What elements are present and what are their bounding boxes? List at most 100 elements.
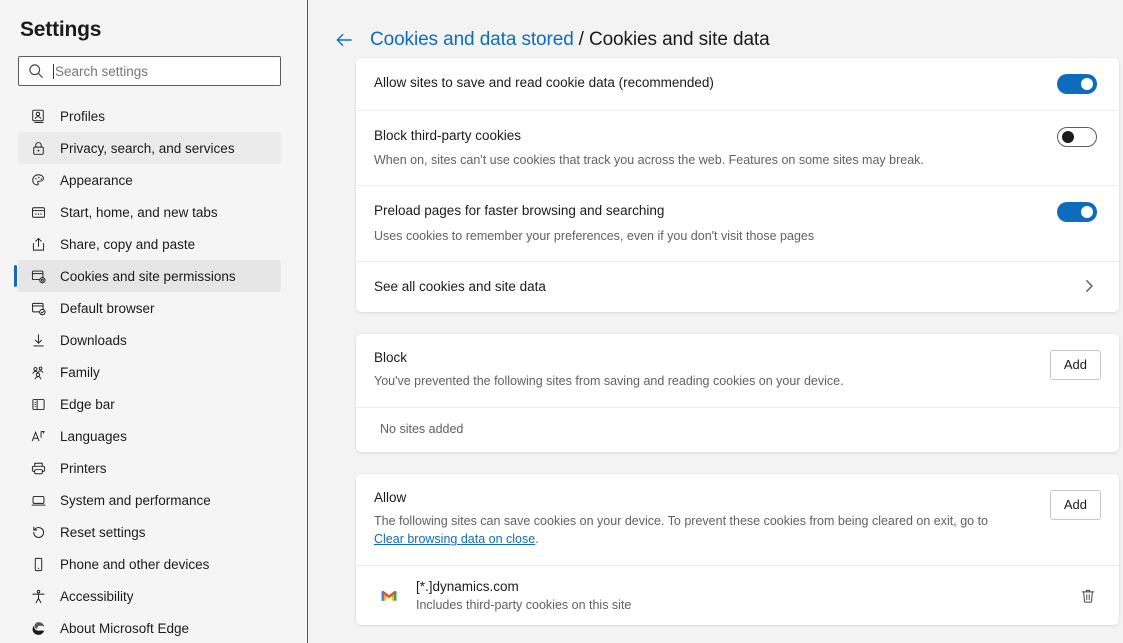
cookie-settings-card: Allow sites to save and read cookie data… <box>356 58 1119 312</box>
preload-pages-row: Preload pages for faster browsing and se… <box>356 185 1119 260</box>
sidebar-item-label: Family <box>60 365 100 380</box>
allow-cookies-toggle[interactable] <box>1057 74 1097 94</box>
sidebar-item-label: About Microsoft Edge <box>60 621 189 636</box>
sidebar-item-cookies-and-site-permissions[interactable]: Cookies and site permissions <box>18 260 281 292</box>
sidebar-item-label: Languages <box>60 429 127 444</box>
sidebar-item-label: Printers <box>60 461 107 476</box>
sidebar-item-privacy[interactable]: Privacy, search, and services <box>18 132 281 164</box>
sidebar-item-label: Cookies and site permissions <box>60 269 236 284</box>
chevron-right-icon <box>1081 278 1097 294</box>
block-section-description: You've prevented the following sites fro… <box>374 372 1014 391</box>
allow-section-card: Allow The following sites can save cooki… <box>356 474 1119 626</box>
block-empty-state: No sites added <box>356 407 1119 452</box>
sidebar-nav: Profiles Privacy, search, and services A… <box>0 100 307 643</box>
default-browser-icon <box>30 300 47 317</box>
allow-add-button[interactable]: Add <box>1050 490 1101 520</box>
trash-icon[interactable] <box>1079 587 1097 605</box>
allow-cookies-text: Allow sites to save and read cookie data… <box>374 74 1041 92</box>
sidebar-item-share[interactable]: Share, copy and paste <box>18 228 281 260</box>
breadcrumb-current: Cookies and site data <box>589 29 770 51</box>
allow-description-part2: . <box>535 532 538 546</box>
edge-bar-icon <box>30 396 47 413</box>
sidebar-item-label: Downloads <box>60 333 127 348</box>
sidebar-item-appearance[interactable]: Appearance <box>18 164 281 196</box>
sidebar-item-phone-devices[interactable]: Phone and other devices <box>18 548 281 580</box>
accessibility-icon <box>30 588 47 605</box>
lock-icon <box>30 140 47 157</box>
sidebar-item-downloads[interactable]: Downloads <box>18 324 281 356</box>
window-icon <box>30 204 47 221</box>
toggle-knob <box>1081 78 1093 90</box>
block-third-party-control <box>1057 127 1097 147</box>
search-caret <box>53 64 54 79</box>
sidebar-item-label: Share, copy and paste <box>60 237 195 252</box>
allow-section-header: Allow The following sites can save cooki… <box>356 474 1119 566</box>
reset-icon <box>30 524 47 541</box>
site-name: [*.]dynamics.com <box>416 579 1079 594</box>
site-description: Includes third-party cookies on this sit… <box>416 598 1079 612</box>
block-third-party-text: Block third-party cookies When on, sites… <box>374 127 1041 169</box>
selection-accent <box>14 265 17 287</box>
sidebar-item-family[interactable]: Family <box>18 356 281 388</box>
sidebar-item-label: Edge bar <box>60 397 115 412</box>
see-all-cookies-text: See all cookies and site data <box>374 278 1065 296</box>
allow-section-description: The following sites can save cookies on … <box>374 512 1014 550</box>
settings-page: Settings Search settings Profiles <box>0 0 1123 643</box>
block-section-text: Block You've prevented the following sit… <box>374 350 1050 391</box>
languages-icon <box>30 428 47 445</box>
family-icon <box>30 364 47 381</box>
allow-cookies-label: Allow sites to save and read cookie data… <box>374 74 1041 92</box>
sidebar-item-profiles[interactable]: Profiles <box>18 100 281 132</box>
sidebar-item-accessibility[interactable]: Accessibility <box>18 580 281 612</box>
allow-cookies-control <box>1057 74 1097 94</box>
sidebar-item-about-edge[interactable]: About Microsoft Edge <box>18 612 281 643</box>
sidebar-item-reset-settings[interactable]: Reset settings <box>18 516 281 548</box>
breadcrumb-separator: / <box>579 29 584 51</box>
gmail-favicon <box>380 587 398 605</box>
sidebar-item-system-performance[interactable]: System and performance <box>18 484 281 516</box>
page-title: Settings <box>0 0 307 42</box>
block-third-party-label: Block third-party cookies <box>374 127 1041 145</box>
breadcrumb-parent-link[interactable]: Cookies and data stored <box>370 29 574 51</box>
see-all-cookies-row[interactable]: See all cookies and site data <box>356 261 1119 312</box>
preload-pages-text: Preload pages for faster browsing and se… <box>374 202 1041 244</box>
sidebar-item-languages[interactable]: Languages <box>18 420 281 452</box>
see-all-cookies-label: See all cookies and site data <box>374 278 1065 296</box>
preload-pages-description: Uses cookies to remember your preference… <box>374 227 1041 245</box>
clear-browsing-data-link[interactable]: Clear browsing data on close <box>374 532 535 546</box>
preload-pages-label: Preload pages for faster browsing and se… <box>374 202 1041 220</box>
search-input[interactable]: Search settings <box>18 56 281 86</box>
list-item: [*.]dynamics.com Includes third-party co… <box>356 565 1119 625</box>
sidebar-item-label: Accessibility <box>60 589 134 604</box>
sidebar-item-start-home[interactable]: Start, home, and new tabs <box>18 196 281 228</box>
sidebar-item-label: Privacy, search, and services <box>60 141 235 156</box>
edge-logo-icon <box>30 620 47 637</box>
allow-cookies-row: Allow sites to save and read cookie data… <box>356 58 1119 110</box>
back-arrow-icon[interactable] <box>334 30 354 50</box>
see-all-cookies-control <box>1081 278 1097 294</box>
printer-icon <box>30 460 47 477</box>
site-info: [*.]dynamics.com Includes third-party co… <box>416 579 1079 612</box>
sidebar-item-label: Start, home, and new tabs <box>60 205 218 220</box>
sidebar-item-label: Reset settings <box>60 525 146 540</box>
breadcrumb: Cookies and data stored / Cookies and si… <box>308 0 1123 58</box>
block-section-title: Block <box>374 350 1050 365</box>
sidebar-item-label: Default browser <box>60 301 155 316</box>
sidebar-item-label: Appearance <box>60 173 133 188</box>
block-third-party-description: When on, sites can't use cookies that tr… <box>374 151 1041 169</box>
block-section-header: Block You've prevented the following sit… <box>356 334 1119 407</box>
share-icon <box>30 236 47 253</box>
download-icon <box>30 332 47 349</box>
block-add-button[interactable]: Add <box>1050 350 1101 380</box>
sidebar-item-printers[interactable]: Printers <box>18 452 281 484</box>
sidebar-item-edge-bar[interactable]: Edge bar <box>18 388 281 420</box>
phone-icon <box>30 556 47 573</box>
cookies-icon <box>30 268 47 285</box>
laptop-icon <box>30 492 47 509</box>
search-placeholder: Search settings <box>55 64 148 79</box>
preload-pages-toggle[interactable] <box>1057 202 1097 222</box>
sidebar-item-default-browser[interactable]: Default browser <box>18 292 281 324</box>
content-area: Cookies and data stored / Cookies and si… <box>308 0 1123 643</box>
block-section-card: Block You've prevented the following sit… <box>356 334 1119 452</box>
block-third-party-toggle[interactable] <box>1057 127 1097 147</box>
